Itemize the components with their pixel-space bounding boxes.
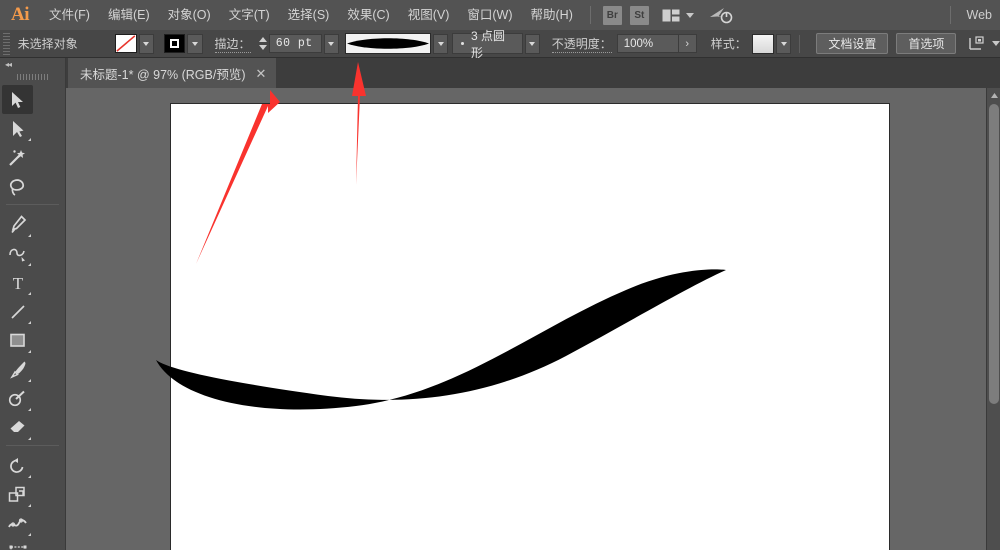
line-segment-tool[interactable] [2, 297, 33, 326]
magic-wand-tool[interactable] [2, 143, 33, 172]
stock-button[interactable]: St [630, 6, 649, 25]
graphic-style-label: 样式： [711, 35, 747, 52]
width-profile-dropdown-button[interactable] [433, 34, 448, 54]
free-transform-tool[interactable] [2, 538, 33, 550]
curvature-tool[interactable] [2, 239, 33, 268]
arrange-chevron-down-icon[interactable] [686, 13, 694, 18]
menu-bar: Ai 文件(F) 编辑(E) 对象(O) 文字(T) 选择(S) 效果(C) 视… [0, 0, 1000, 30]
menu-object[interactable]: 对象(O) [159, 0, 220, 30]
preferences-button[interactable]: 首选项 [896, 33, 956, 54]
type-tool[interactable]: T [2, 268, 33, 297]
control-bar: 未选择对象 描边： 60 pt 3 点圆形 [0, 30, 1000, 58]
tool-group-drawing: T [0, 208, 65, 442]
stroke-weight-dropdown-button[interactable] [324, 34, 339, 54]
menu-select[interactable]: 选择(S) [279, 0, 339, 30]
menubar-right-group: Web [942, 0, 1000, 30]
svg-text:T: T [12, 274, 23, 292]
brush-definition-dropdown-button[interactable] [525, 34, 540, 54]
paintbrush-tool[interactable] [2, 355, 33, 384]
illustrator-window: Ai 文件(F) 编辑(E) 对象(O) 文字(T) 选择(S) 效果(C) 视… [0, 0, 1000, 550]
toolbar-divider-1 [6, 204, 59, 205]
shaper-tool[interactable] [2, 384, 33, 413]
opacity-expand-button[interactable]: › [679, 34, 697, 53]
close-icon[interactable]: ✕ [254, 67, 269, 80]
scroll-up-icon[interactable] [987, 88, 1000, 102]
tool-group-transform [0, 449, 65, 550]
graphic-style-swatch[interactable] [752, 34, 775, 54]
rotate-tool[interactable] [2, 451, 33, 480]
fill-color-swatch[interactable] [115, 34, 137, 53]
rectangle-tool[interactable] [2, 326, 33, 355]
brush-definition-label: 3 点圆形 [471, 27, 514, 61]
align-chevron-down-icon[interactable] [992, 41, 1000, 46]
arrange-documents-icon[interactable] [661, 5, 681, 25]
menu-effect[interactable]: 效果(C) [338, 0, 398, 30]
menubar-divider [590, 6, 591, 24]
menu-edit[interactable]: 编辑(E) [99, 0, 159, 30]
scrollbar-thumb[interactable] [989, 104, 999, 404]
opacity-input[interactable]: 100% [617, 34, 679, 53]
scale-tool[interactable] [2, 480, 33, 509]
creative-cloud-sync-icon[interactable] [708, 4, 734, 26]
pen-tool[interactable] [2, 210, 33, 239]
document-tab-bar: 未标题-1* @ 97% (RGB/预览) ✕ [0, 58, 1000, 88]
fill-dropdown-button[interactable] [139, 34, 154, 54]
toolbar-grip[interactable] [0, 71, 65, 83]
lasso-tool[interactable] [2, 172, 33, 201]
stroke-weight-label[interactable]: 描边： [215, 35, 251, 53]
artboard[interactable] [170, 103, 890, 550]
canvas-area[interactable] [66, 88, 1000, 550]
vertical-scrollbar[interactable] [986, 88, 1000, 550]
control-bar-divider [799, 35, 800, 53]
tool-group-selection [0, 83, 65, 201]
bridge-button[interactable]: Br [603, 6, 622, 25]
eraser-tool[interactable] [2, 413, 33, 442]
stroke-color-swatch[interactable] [164, 34, 186, 53]
stroke-weight-input[interactable]: 60 pt [269, 34, 322, 53]
toolbar-divider-2 [6, 445, 59, 446]
width-profile-preview[interactable] [345, 33, 431, 54]
opacity-label[interactable]: 不透明度： [552, 35, 612, 53]
workspace-switcher[interactable]: Web [959, 8, 1000, 22]
align-icon[interactable] [966, 34, 987, 54]
stroke-dropdown-button[interactable] [187, 34, 202, 54]
width-tool[interactable] [2, 509, 33, 538]
brush-preview-dot [461, 42, 464, 45]
brush-definition-field[interactable]: 3 点圆形 [452, 33, 522, 54]
menu-file[interactable]: 文件(F) [40, 0, 99, 30]
document-tab[interactable]: 未标题-1* @ 97% (RGB/预览) ✕ [68, 58, 276, 88]
toolbar-collapse-icon[interactable]: ◂◂ [0, 58, 65, 71]
menu-help[interactable]: 帮助(H) [522, 0, 582, 30]
stroke-weight-stepper[interactable] [257, 34, 269, 53]
menu-type[interactable]: 文字(T) [220, 0, 279, 30]
graphic-style-dropdown-button[interactable] [776, 34, 791, 54]
document-setup-button[interactable]: 文档设置 [816, 33, 888, 54]
menu-view[interactable]: 视图(V) [399, 0, 459, 30]
direct-selection-tool[interactable] [2, 114, 33, 143]
document-tab-label: 未标题-1* @ 97% (RGB/预览) [80, 64, 246, 83]
workspace-divider [950, 6, 951, 24]
app-logo: Ai [0, 0, 40, 30]
selection-tool[interactable] [2, 85, 33, 114]
tools-panel: ◂◂ [0, 58, 66, 550]
selection-status-label: 未选择对象 [18, 35, 115, 52]
control-bar-grip[interactable] [3, 33, 10, 55]
menu-window[interactable]: 窗口(W) [458, 0, 521, 30]
